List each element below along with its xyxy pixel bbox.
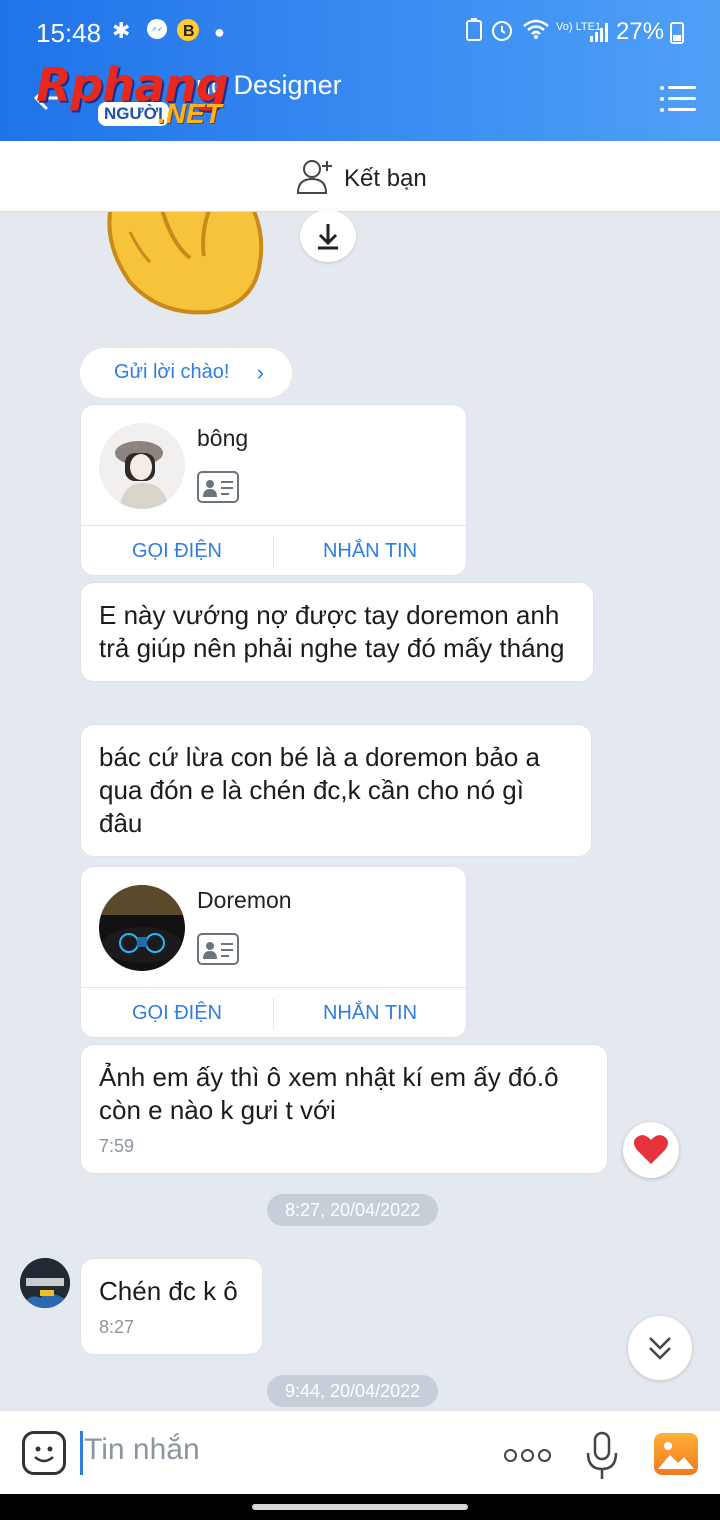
contact-actions: GỌI ĐIỆN NHẮN TIN (81, 525, 466, 576)
message-text: Ảnh em ấy thì ô xem nhật kí em ấy đó.ô c… (99, 1062, 559, 1125)
chevron-right-icon: › (256, 360, 264, 385)
call-button[interactable]: GỌI ĐIỆN (81, 1002, 273, 1025)
contact-card[interactable]: bông GỌI ĐIỆN NHẮN TIN (80, 404, 467, 576)
date-separator: 8:27, 20/04/2022 (267, 1194, 439, 1226)
message-input[interactable]: Tin nhắn (84, 1433, 200, 1467)
home-gesture-bar[interactable] (252, 1504, 468, 1510)
messenger-icon (146, 18, 168, 46)
battery-saver-icon (464, 18, 484, 48)
message-button[interactable]: NHẮN TIN (274, 540, 466, 563)
send-greeting-button[interactable]: Gửi lời chào! › (80, 348, 292, 398)
contact-name: bông (197, 425, 249, 451)
add-friend-icon (296, 157, 336, 195)
message-text: Chén đc k ô (99, 1276, 238, 1306)
system-nav-bar (0, 1494, 720, 1520)
b-icon: B (176, 18, 200, 48)
battery-percent: 27% (616, 18, 665, 45)
watermark-logo: Rphang NGƯỜI .NET (36, 58, 256, 136)
send-greeting-label: Gửi lời chào! (114, 361, 230, 383)
status-time: 15:48 (36, 18, 102, 48)
microphone-icon[interactable] (584, 1431, 620, 1483)
message-text: bác cứ lừa con bé là a doremon bảo a qua… (99, 742, 540, 838)
text-caret (80, 1431, 83, 1475)
message-time: 7:59 (99, 1136, 135, 1156)
id-card-icon[interactable] (197, 933, 239, 965)
message-button[interactable]: NHẮN TIN (274, 1002, 466, 1025)
waving-hand-sticker[interactable] (100, 212, 270, 316)
contact-avatar[interactable] (99, 423, 185, 509)
watermark-net: .NET (158, 98, 222, 129)
dot-icon: ● (214, 22, 225, 42)
slack-icon: ✱ (112, 18, 131, 43)
heart-reaction-icon[interactable] (623, 1122, 679, 1178)
top-bar: 15:48 ✱ B ● Vo) LTE1 27% ng Designer Rph… (0, 0, 720, 141)
contact-card[interactable]: Doremon GỌI ĐIỆN NHẮN TIN (80, 866, 467, 1038)
menu-icon[interactable] (660, 86, 696, 112)
date-separator: 9:44, 20/04/2022 (267, 1375, 439, 1407)
status-bar: 15:48 ✱ B ● Vo) LTE1 27% (0, 0, 720, 66)
svg-text:B: B (183, 23, 195, 40)
message-bubble[interactable]: Chén đc k ô 8:27 (80, 1258, 263, 1355)
message-bubble[interactable]: bác cứ lừa con bé là a doremon bảo a qua… (80, 724, 592, 857)
contact-name: Doremon (197, 887, 292, 913)
download-button[interactable] (300, 210, 356, 262)
alarm-icon (490, 18, 514, 48)
emoji-icon[interactable] (22, 1431, 66, 1475)
scroll-to-bottom-button[interactable] (628, 1316, 692, 1380)
id-card-icon[interactable] (197, 471, 239, 503)
message-time: 8:27 (99, 1317, 135, 1337)
contact-avatar[interactable] (99, 885, 185, 971)
message-text: E này vướng nợ được tay doremon anh trả … (99, 600, 565, 663)
sender-avatar[interactable] (20, 1258, 70, 1308)
add-friend-bar[interactable]: Kết bạn (0, 141, 720, 212)
message-input-bar: Tin nhắn (0, 1410, 720, 1494)
add-friend-label: Kết bạn (344, 165, 427, 192)
contact-actions: GỌI ĐIỆN NHẮN TIN (81, 987, 466, 1038)
more-options-icon[interactable] (504, 1449, 552, 1463)
signal-icon (590, 22, 610, 42)
call-button[interactable]: GỌI ĐIỆN (81, 540, 273, 563)
gallery-icon[interactable] (654, 1433, 698, 1475)
wifi-icon (522, 18, 550, 46)
battery-icon (670, 22, 684, 44)
message-bubble[interactable]: Ảnh em ấy thì ô xem nhật kí em ấy đó.ô c… (80, 1044, 608, 1174)
message-bubble[interactable]: E này vướng nợ được tay doremon anh trả … (80, 582, 594, 682)
